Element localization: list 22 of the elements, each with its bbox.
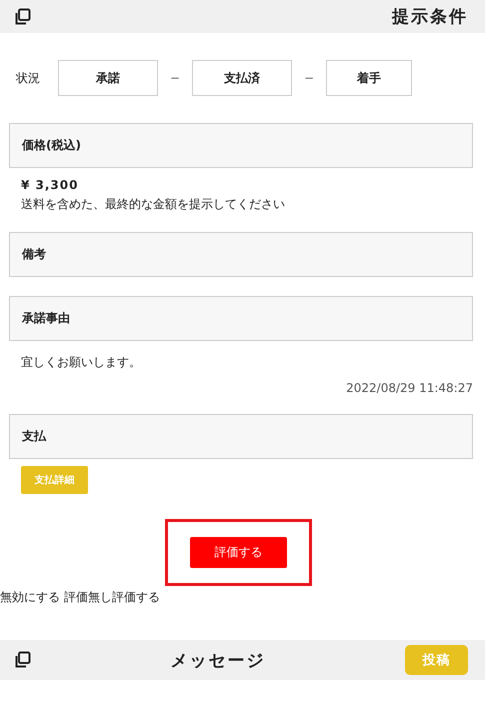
payment-details-button[interactable]: 支払詳細	[21, 466, 88, 494]
copy-icon[interactable]	[13, 8, 31, 26]
section-header: 備考	[9, 232, 473, 277]
price: ¥ 3,300	[21, 178, 78, 192]
section-header: 承諾事由	[9, 296, 473, 341]
post-button[interactable]: 投稿	[405, 645, 468, 675]
page-title: 提示条件	[390, 6, 468, 28]
section-header: 価格(税込)	[9, 123, 473, 168]
section-title: メッセージ	[170, 650, 266, 672]
rating-options-text: 無効にする 評価無し評価する	[0, 589, 161, 606]
reason-text: 宜しくお願いします。	[20, 354, 142, 371]
copy-icon[interactable]	[13, 651, 31, 669]
timestamp: 2022/08/29 11:48:27	[345, 381, 473, 395]
status-step: 着手	[326, 60, 412, 96]
status-step: 支払済	[192, 60, 292, 96]
step-separator: −	[170, 71, 180, 85]
status-step: 承諾	[58, 60, 158, 96]
section-header: 支払	[9, 414, 473, 459]
rate-button[interactable]: 評価する	[190, 537, 287, 568]
step-separator: −	[304, 71, 314, 85]
price-note: 送料を含めた、最終的な金額を提示してください	[21, 196, 286, 213]
status-label: 状況	[16, 70, 40, 86]
